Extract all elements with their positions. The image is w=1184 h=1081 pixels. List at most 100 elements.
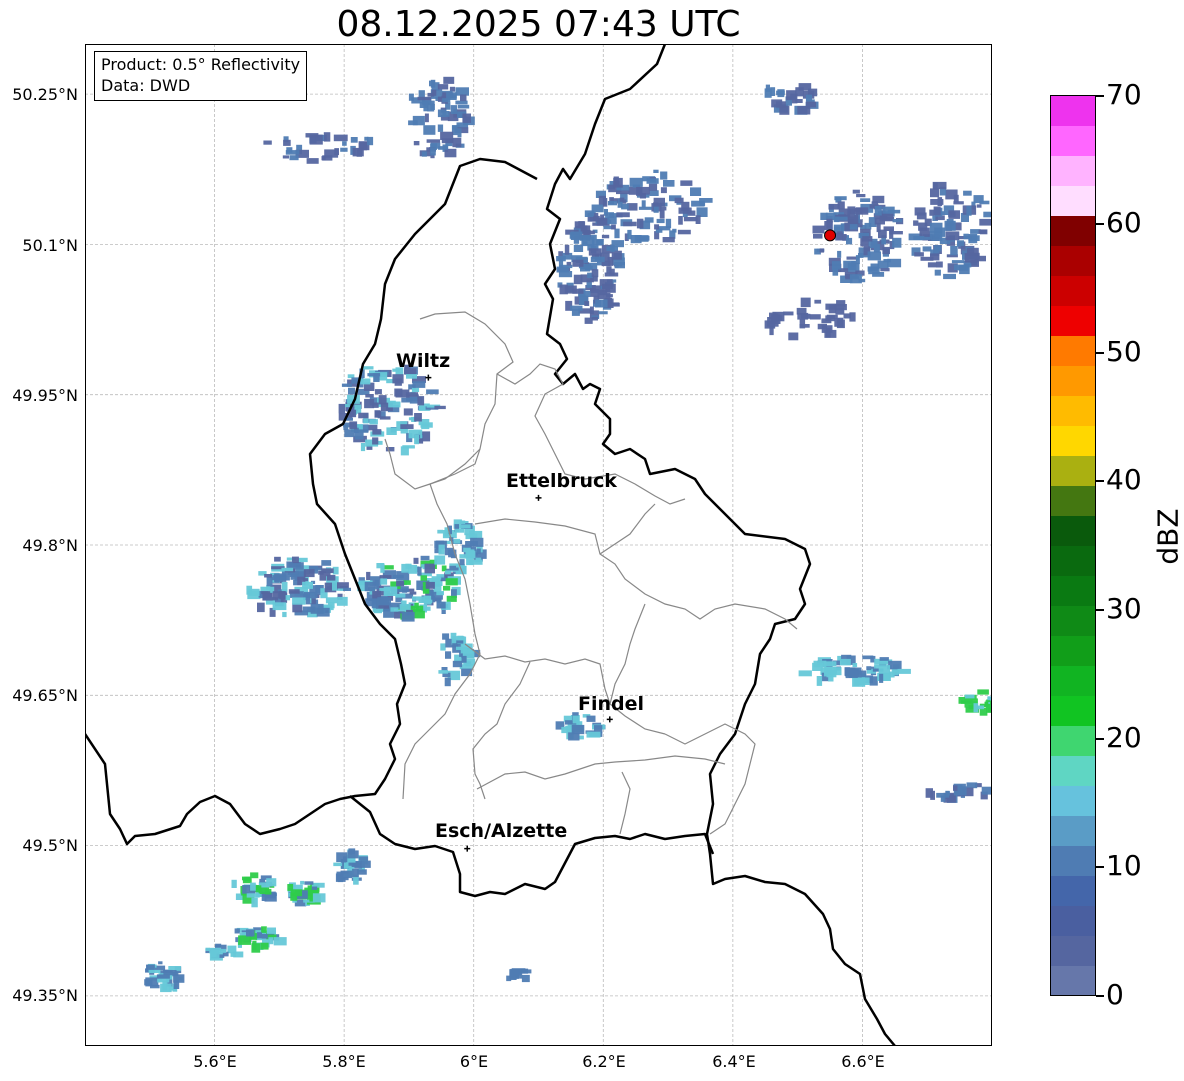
city-marker [464, 845, 471, 852]
echo-cell [833, 216, 840, 223]
echo-cell [795, 99, 803, 103]
echo-cell [409, 591, 417, 595]
echo-cell [849, 208, 863, 214]
echo-cell [162, 980, 168, 991]
echo-cell [238, 935, 251, 945]
map-title: 08.12.2025 07:43 UTC [336, 4, 741, 45]
radar-site-marker[interactable] [824, 229, 837, 242]
echo-cell [372, 402, 379, 408]
echo-cell [860, 198, 871, 202]
echo-cell [849, 274, 862, 284]
echo-cell [559, 284, 568, 295]
lat-label: 49.8°N [22, 536, 78, 555]
echo-cell [783, 311, 794, 316]
echo-cell [653, 197, 665, 207]
echo-cell [445, 578, 458, 586]
echo-cell [914, 252, 924, 257]
echo-cell [872, 272, 885, 277]
echo-cell [288, 589, 300, 594]
echo-cell [417, 396, 425, 406]
lat-label: 49.95°N [12, 386, 78, 405]
echo-cell [332, 581, 337, 591]
echo-cell [659, 206, 667, 211]
lon-label: 6.2°E [582, 1052, 626, 1071]
echo-cell [445, 651, 452, 659]
echo-cell [340, 147, 348, 152]
echo-cell [417, 566, 422, 576]
echo-cell [453, 538, 461, 544]
echo-cell [309, 134, 323, 145]
echo-cell [590, 256, 605, 263]
echo-cell [843, 313, 851, 319]
lon-label: 5.6°E [193, 1052, 237, 1071]
echo-cell [958, 697, 965, 704]
echo-cell [855, 255, 860, 265]
echo-cell [440, 131, 454, 140]
echo-cell [846, 237, 853, 245]
echo-cell [388, 401, 401, 408]
echo-cell [654, 224, 660, 230]
echo-cell [862, 236, 873, 242]
echo-cell [369, 419, 378, 425]
echo-cell [621, 203, 629, 210]
echo-cell [450, 632, 457, 639]
echo-cell [205, 947, 210, 951]
colorbar-unit-label: dBZ [1151, 508, 1184, 565]
echo-cell [595, 299, 608, 308]
product-label: Product: 0.5° Reflectivity [101, 55, 301, 74]
echo-cell [462, 113, 471, 123]
echo-cell [450, 105, 458, 114]
colorbar-tick [1096, 352, 1104, 354]
echo-cell [845, 667, 856, 675]
echo-cell [590, 288, 600, 297]
echo-cell [400, 424, 414, 429]
echo-cell [156, 974, 170, 979]
echo-cell [385, 447, 395, 452]
colorbar-segment [1051, 515, 1095, 546]
data-source-label: Data: DWD [101, 76, 191, 95]
echo-cell [922, 246, 932, 252]
echo-cell [930, 199, 944, 205]
echo-cell [146, 964, 155, 971]
echo-cell [963, 190, 972, 196]
echo-cell [281, 582, 288, 592]
echo-cell [376, 563, 384, 569]
radar-map[interactable] [85, 44, 992, 1046]
echo-cell [656, 218, 665, 224]
colorbar-segment [1051, 725, 1095, 756]
echo-cell [929, 222, 943, 233]
echo-cell [354, 429, 369, 433]
colorbar-segment [1051, 185, 1095, 217]
echo-cell [690, 187, 702, 196]
echo-cell [279, 591, 286, 600]
echo-cell [306, 158, 319, 164]
echo-cell [979, 218, 992, 226]
city-label-findel: Findel [578, 693, 645, 715]
echo-cell [408, 120, 418, 126]
echo-cell [460, 94, 467, 102]
echo-cell [429, 590, 434, 596]
colorbar-segment [1051, 545, 1095, 576]
echo-cell [966, 782, 978, 789]
echo-cell [598, 311, 608, 315]
colorbar-segment [1051, 425, 1095, 457]
echo-cell [699, 202, 706, 206]
echo-cell [800, 297, 811, 308]
echo-cell [374, 389, 382, 395]
echo-cell [470, 537, 484, 547]
echo-cell [849, 224, 858, 230]
lon-label: 6.6°E [841, 1052, 885, 1071]
echo-cell [476, 548, 481, 555]
echo-cell [290, 889, 302, 897]
echo-cell [602, 198, 608, 207]
echo-cell [948, 210, 960, 219]
echo-cell [678, 216, 683, 225]
colorbar-segment [1051, 125, 1095, 157]
echo-cell [436, 601, 446, 609]
echo-cell [616, 212, 630, 218]
echo-cell [964, 253, 979, 263]
echo-cell [769, 312, 777, 320]
map-canvas[interactable] [85, 44, 992, 1046]
echo-cell [570, 305, 583, 311]
echo-cell [408, 93, 414, 101]
